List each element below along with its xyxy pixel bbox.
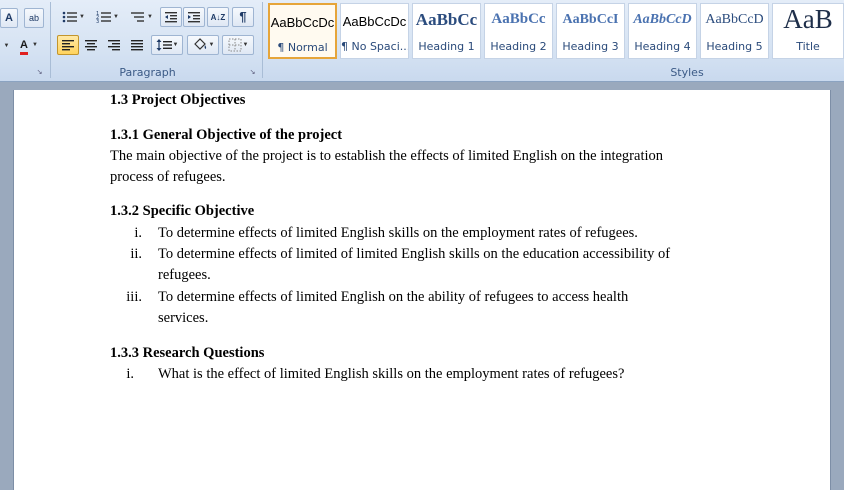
- paint-bucket-icon: [193, 38, 206, 50]
- chevron-down-icon: ▼: [147, 14, 153, 21]
- style-heading-4[interactable]: AaBbCcD Heading 4: [628, 3, 697, 59]
- font-color-button[interactable]: A ▼: [14, 35, 44, 55]
- list-item-line: To determine effects of limited English …: [158, 289, 629, 305]
- style-sample: AaB: [783, 4, 833, 34]
- style-normal[interactable]: AaBbCcDc ¶ Normal: [268, 3, 337, 59]
- list-number: i.: [126, 366, 134, 382]
- justify-button[interactable]: [126, 35, 148, 55]
- style-sample: AaBbCcDc: [342, 14, 407, 29]
- line-spacing-button[interactable]: ▼: [151, 35, 183, 55]
- font-dialog-launcher-icon[interactable]: ↘: [35, 68, 44, 77]
- list-item-line: What is the effect of limited English sk…: [158, 366, 625, 382]
- multilevel-list-icon: [131, 12, 145, 22]
- svg-text:3: 3: [96, 19, 99, 24]
- document-area: 1.3 Project Objectives 1.3.1 General Obj…: [0, 82, 844, 490]
- paragraph-dialog-launcher-icon[interactable]: ↘: [248, 68, 257, 77]
- align-left-icon: [62, 40, 74, 51]
- show-formatting-marks-button[interactable]: ¶: [232, 7, 254, 27]
- list-number: iii.: [126, 289, 142, 305]
- chevron-down-icon: ▼: [79, 14, 85, 21]
- font-size-grow-label: A: [5, 12, 13, 24]
- justify-icon: [131, 40, 143, 51]
- sort-icon: A↓Z: [210, 13, 226, 22]
- style-name: Heading 1: [418, 40, 475, 53]
- heading-research-questions: 1.3.3 Research Questions: [110, 345, 265, 361]
- style-name: ¶ Normal: [277, 41, 328, 54]
- chevron-down-icon: ▼: [113, 14, 119, 21]
- line-spacing-icon: [156, 39, 172, 52]
- font-color-label: A: [20, 39, 28, 55]
- style-sample: AaBbCc: [415, 10, 478, 29]
- increase-indent-button[interactable]: [183, 7, 205, 27]
- borders-button[interactable]: ▼: [222, 35, 254, 55]
- bullets-icon: [62, 11, 78, 23]
- align-center-button[interactable]: [80, 35, 102, 55]
- style-sample: AaBbCc: [491, 11, 546, 27]
- sort-button[interactable]: A↓Z: [207, 7, 229, 27]
- style-name: Heading 5: [706, 40, 763, 53]
- heading-general-objective: 1.3.1 General Objective of the project: [110, 127, 343, 143]
- list-item-line: services.: [158, 310, 209, 326]
- group-separator: [262, 2, 263, 78]
- clear-formatting-button[interactable]: ab: [24, 8, 44, 28]
- style-heading-1[interactable]: AaBbCc Heading 1: [412, 3, 481, 59]
- style-heading-2[interactable]: AaBbCc Heading 2: [484, 3, 553, 59]
- text-effects-dropdown[interactable]: ▼: [0, 36, 12, 56]
- numbering-icon: 1 2 3: [96, 11, 112, 25]
- increase-indent-icon: [188, 12, 200, 23]
- font-size-grow-button[interactable]: A: [0, 8, 18, 28]
- chevron-down-icon: ▼: [3, 43, 10, 50]
- style-name: Heading 3: [562, 40, 619, 53]
- list-item-line: refugees.: [158, 267, 211, 283]
- heading-specific-objective: 1.3.2 Specific Objective: [110, 203, 255, 219]
- list-item-line: To determine effects of limited English …: [158, 225, 638, 241]
- style-name: ¶ No Spaci...: [341, 40, 408, 53]
- style-sample: AaBbCcD: [633, 12, 692, 27]
- style-sample: AaBbCcDc: [270, 15, 335, 30]
- group-separator: [50, 2, 51, 78]
- style-name: Title: [796, 40, 820, 53]
- style-no-spacing[interactable]: AaBbCcDc ¶ No Spaci...: [340, 3, 409, 59]
- decrease-indent-button[interactable]: [160, 7, 182, 27]
- align-right-icon: [108, 40, 120, 51]
- style-heading-5[interactable]: AaBbCcD Heading 5: [700, 3, 769, 59]
- document-page[interactable]: 1.3 Project Objectives 1.3.1 General Obj…: [14, 90, 830, 490]
- clear-formatting-label: ab: [28, 13, 39, 23]
- style-heading-3[interactable]: AaBbCcI Heading 3: [556, 3, 625, 59]
- style-title[interactable]: AaB Title: [772, 3, 844, 59]
- shading-button[interactable]: ▼: [187, 35, 219, 55]
- list-number: ii.: [130, 246, 142, 262]
- heading-project-objectives: 1.3 Project Objectives: [110, 92, 246, 108]
- ribbon: A ab ▼ A ▼ ↘ ▼ 1 2 3 ▼ ▼ A↓Z ¶ ▼ ▼ ▼ Par…: [0, 0, 844, 82]
- borders-icon: [228, 38, 242, 52]
- chevron-down-icon: ▼: [32, 42, 38, 49]
- paragraph-line: The main objective of the project is to …: [110, 148, 664, 164]
- pilcrow-icon: ¶: [239, 9, 247, 24]
- chevron-down-icon: ▼: [208, 42, 215, 49]
- style-name: Heading 4: [634, 40, 691, 53]
- list-item-line: To determine effects of limited of limit…: [158, 246, 671, 262]
- chevron-down-icon: ▼: [172, 42, 179, 49]
- style-sample: AaBbCcD: [705, 12, 764, 27]
- list-number: i.: [134, 225, 142, 241]
- decrease-indent-icon: [165, 12, 177, 23]
- bullets-button[interactable]: ▼: [57, 7, 90, 27]
- paragraph-line: process of refugees.: [110, 169, 226, 185]
- style-sample: AaBbCcI: [562, 12, 619, 27]
- styles-group-label: Styles: [670, 66, 704, 79]
- numbering-button[interactable]: 1 2 3 ▼: [91, 7, 124, 27]
- paragraph-group-label: Paragraph: [119, 66, 176, 79]
- align-left-button[interactable]: [57, 35, 79, 55]
- styles-gallery: AaBbCcDc ¶ Normal AaBbCcDc ¶ No Spaci...…: [268, 3, 844, 59]
- chevron-down-icon: ▼: [242, 42, 249, 49]
- multilevel-list-button[interactable]: ▼: [125, 7, 158, 27]
- align-center-icon: [85, 40, 97, 51]
- align-right-button[interactable]: [103, 35, 125, 55]
- style-name: Heading 2: [490, 40, 547, 53]
